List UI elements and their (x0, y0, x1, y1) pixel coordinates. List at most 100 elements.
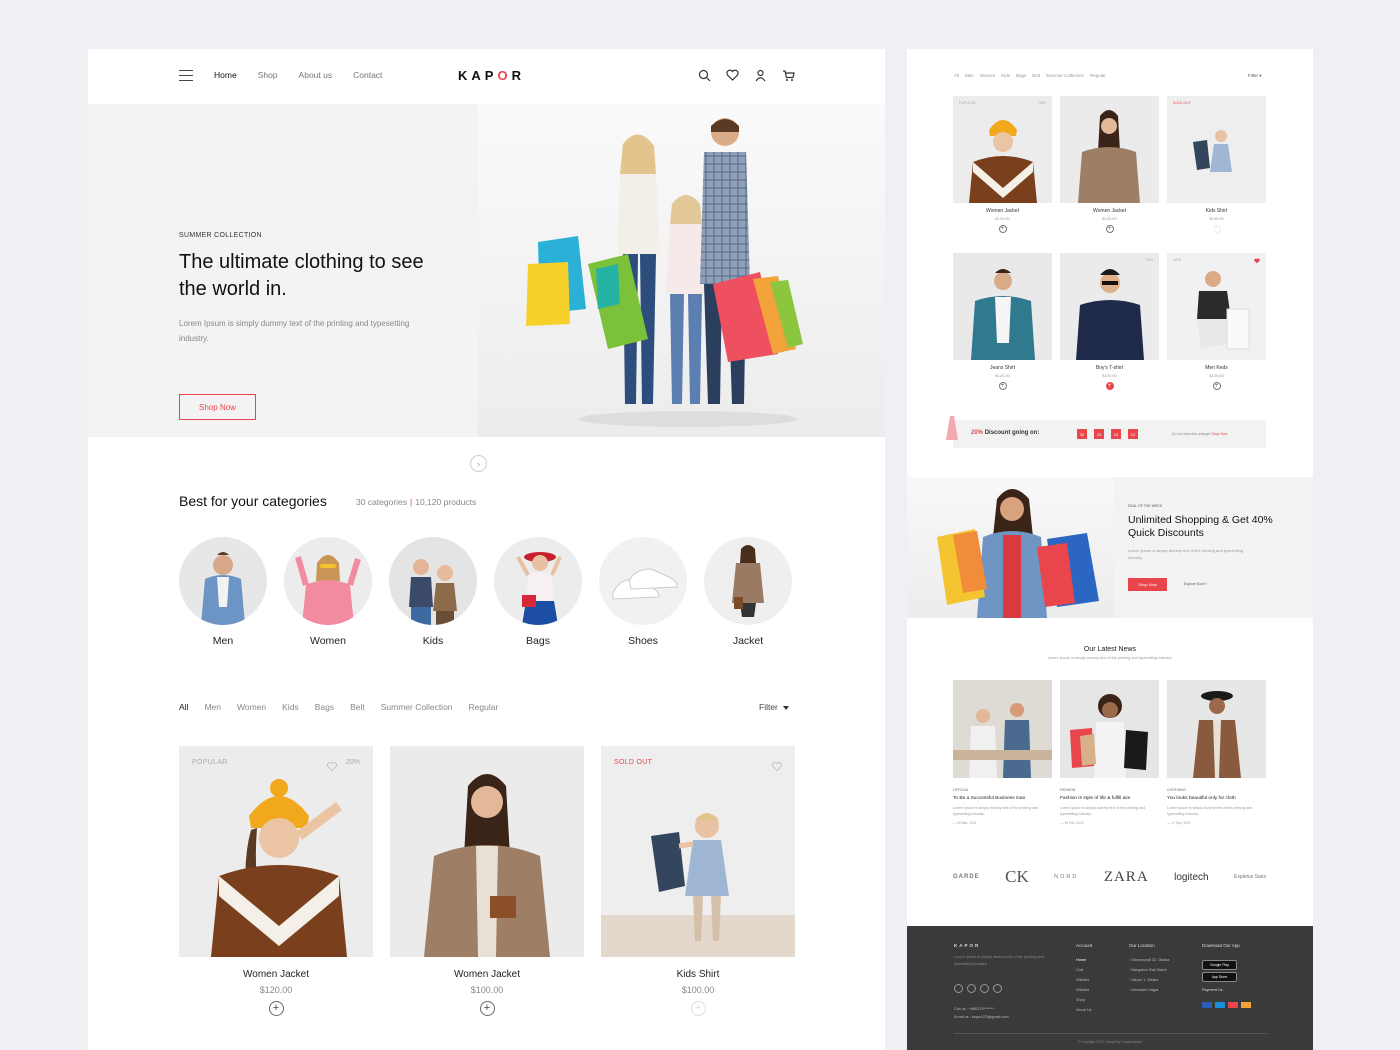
filter-dropdown[interactable]: Filter ▾ (1248, 73, 1262, 79)
youtube-icon[interactable] (993, 984, 1002, 993)
tab-regular[interactable]: Regular (469, 702, 499, 712)
discount-percent: 20% (971, 430, 984, 436)
next-slide-button[interactable]: › (470, 455, 487, 472)
product-card[interactable]: POPULAR 20% Women Jacket $120.00 + (953, 96, 1052, 253)
category-women[interactable]: Women (284, 537, 372, 647)
news-tag: OFFICIAL (953, 788, 969, 792)
wishlist-heart-icon[interactable] (1254, 258, 1260, 265)
tab-women[interactable]: Women (237, 702, 266, 712)
product-card[interactable]: 20% Boy's T-shirt $100.00 + (1060, 253, 1159, 410)
product-card[interactable]: Women Jacket $100.00 + (1060, 96, 1159, 253)
deal-image (907, 477, 1114, 618)
footer-link-about[interactable]: About Us (1076, 1005, 1092, 1015)
tab-men[interactable]: Men (965, 73, 974, 78)
hamburger-menu-icon[interactable] (179, 70, 193, 81)
product-card[interactable]: Jeans Shirt $120.00 + (953, 253, 1052, 410)
countdown-timer: 30 23 15 12 (1077, 429, 1138, 439)
footer-link-home[interactable]: Home (1076, 955, 1086, 965)
add-to-cart-button[interactable]: + (268, 1001, 284, 1016)
tab-belt[interactable]: Belt (1032, 73, 1040, 78)
footer-link-wishlist-2[interactable]: Wishlist (1076, 985, 1089, 995)
heart-icon[interactable] (726, 69, 739, 82)
tab-kids[interactable]: Kids (282, 702, 299, 712)
payment-methods (1202, 1002, 1251, 1008)
tab-women[interactable]: Women (980, 73, 995, 78)
category-shoes[interactable]: Shoes (599, 537, 687, 647)
add-to-cart-button[interactable]: + (690, 1001, 706, 1016)
discount-text: 20% Discount going on: (971, 430, 1039, 436)
tab-bags[interactable]: Bags (1016, 73, 1026, 78)
tab-summer-collection[interactable]: Summer Collection (1046, 73, 1084, 78)
category-jacket[interactable]: Jacket (704, 537, 792, 647)
add-to-cart-button[interactable]: + (1212, 225, 1221, 233)
search-icon[interactable] (698, 69, 711, 82)
timer-days: 30 (1077, 429, 1087, 439)
footer-link-shop[interactable]: Shop (1076, 995, 1085, 1005)
tab-men[interactable]: Men (204, 702, 221, 712)
explore-link[interactable]: Explore Soon ! (1184, 582, 1207, 586)
nav-link-shop[interactable]: Shop (258, 70, 278, 80)
footer-logo[interactable]: KAPOR (954, 943, 980, 948)
instagram-icon[interactable] (967, 984, 976, 993)
nav-link-home[interactable]: Home (214, 70, 237, 80)
product-price: $120.00 (995, 216, 1010, 221)
category-bags[interactable]: Bags (494, 537, 582, 647)
tab-all[interactable]: All (954, 73, 959, 78)
brand-logos: GARDE CK NORD ZARA logitech Expletus San… (953, 867, 1266, 887)
add-to-cart-button[interactable]: + (1105, 225, 1114, 233)
product-badge: NEW (1173, 258, 1182, 262)
wishlist-heart-icon[interactable] (772, 758, 782, 772)
facebook-icon[interactable] (954, 984, 963, 993)
product-badge: POPULAR (959, 101, 976, 105)
hero-description: Lorem Ipsum is simply dummy text of the … (179, 319, 410, 343)
brand-logo[interactable]: KAPOR (458, 68, 525, 83)
footer-link-cart[interactable]: Cart (1076, 965, 1083, 975)
add-to-cart-button[interactable]: + (998, 382, 1007, 390)
tab-kids[interactable]: Kids (1001, 73, 1010, 78)
shop-now-button[interactable]: Shop Now (179, 394, 256, 420)
product-name: Women Jacket (986, 208, 1019, 214)
tab-all[interactable]: All (179, 702, 188, 712)
footer-location: ◦ Bangabur Rail Stand (1129, 968, 1167, 972)
deal-shop-now-button[interactable]: Shop Now (1128, 578, 1167, 591)
mastercard-icon (1228, 1002, 1238, 1008)
add-to-cart-button[interactable]: + (479, 1001, 495, 1016)
product-badge: SOLD OUT (614, 759, 653, 766)
category-kids[interactable]: Kids (389, 537, 477, 647)
news-date: — 15 Feb, 2022 (1060, 821, 1084, 825)
user-icon[interactable] (754, 69, 767, 82)
news-card[interactable]: OFFICIAL To Be a Successful Business man… (953, 680, 1052, 825)
filter-dropdown[interactable]: Filter (759, 702, 789, 712)
nav-link-about[interactable]: About us (299, 70, 333, 80)
add-to-cart-button[interactable]: + (1212, 382, 1221, 390)
nav-link-contact[interactable]: Contact (353, 70, 382, 80)
footer-link-wishlist[interactable]: Wishlist (1076, 975, 1089, 985)
category-men[interactable]: Men (179, 537, 267, 647)
news-headline[interactable]: To Be a Successful Business man (953, 796, 1052, 801)
add-to-cart-button[interactable]: + (998, 225, 1007, 233)
app-store-button[interactable]: App Store (1202, 972, 1237, 982)
product-card[interactable]: Women Jacket $100.00 + (390, 746, 584, 1016)
tab-belt[interactable]: Belt (350, 702, 365, 712)
tab-bags[interactable]: Bags (315, 702, 334, 712)
news-card[interactable]: CHOTHING You looks beautiful only for cl… (1167, 680, 1266, 825)
product-card[interactable]: NEW Men Keds $100.00 + (1167, 253, 1266, 410)
footer-location-title: Our Location (1129, 943, 1155, 948)
wishlist-heart-icon[interactable] (327, 758, 337, 772)
tab-summer-collection[interactable]: Summer Collection (381, 702, 453, 712)
add-to-cart-button[interactable]: + (1105, 382, 1114, 390)
footer-email[interactable]: Email us : kapor123@gmail.com (954, 1012, 1009, 1022)
news-headline[interactable]: You looks beautiful only for cloth (1167, 796, 1266, 801)
categories-count: 30 categories (356, 497, 408, 507)
tiktok-icon[interactable] (980, 984, 989, 993)
product-card[interactable]: SOLD OUT Kids Shirt $100.00 + (1167, 96, 1266, 253)
google-play-button[interactable]: Google Play (1202, 960, 1237, 970)
cart-icon[interactable] (782, 69, 795, 82)
news-headline[interactable]: Fashion is style of life & fulfill aim (1060, 796, 1159, 801)
news-card[interactable]: FASHION Fashion is style of life & fulfi… (1060, 680, 1159, 825)
product-card[interactable]: SOLD OUT Kids Shirt $100.00 + (601, 746, 795, 1016)
product-price: $100.00 (1102, 216, 1117, 221)
discount-shop-link[interactable]: Shop Now (1211, 432, 1227, 436)
product-card[interactable]: POPULAR 20% Women Jacket $120.00 + (179, 746, 373, 1016)
tab-regular[interactable]: Regular (1090, 73, 1106, 78)
